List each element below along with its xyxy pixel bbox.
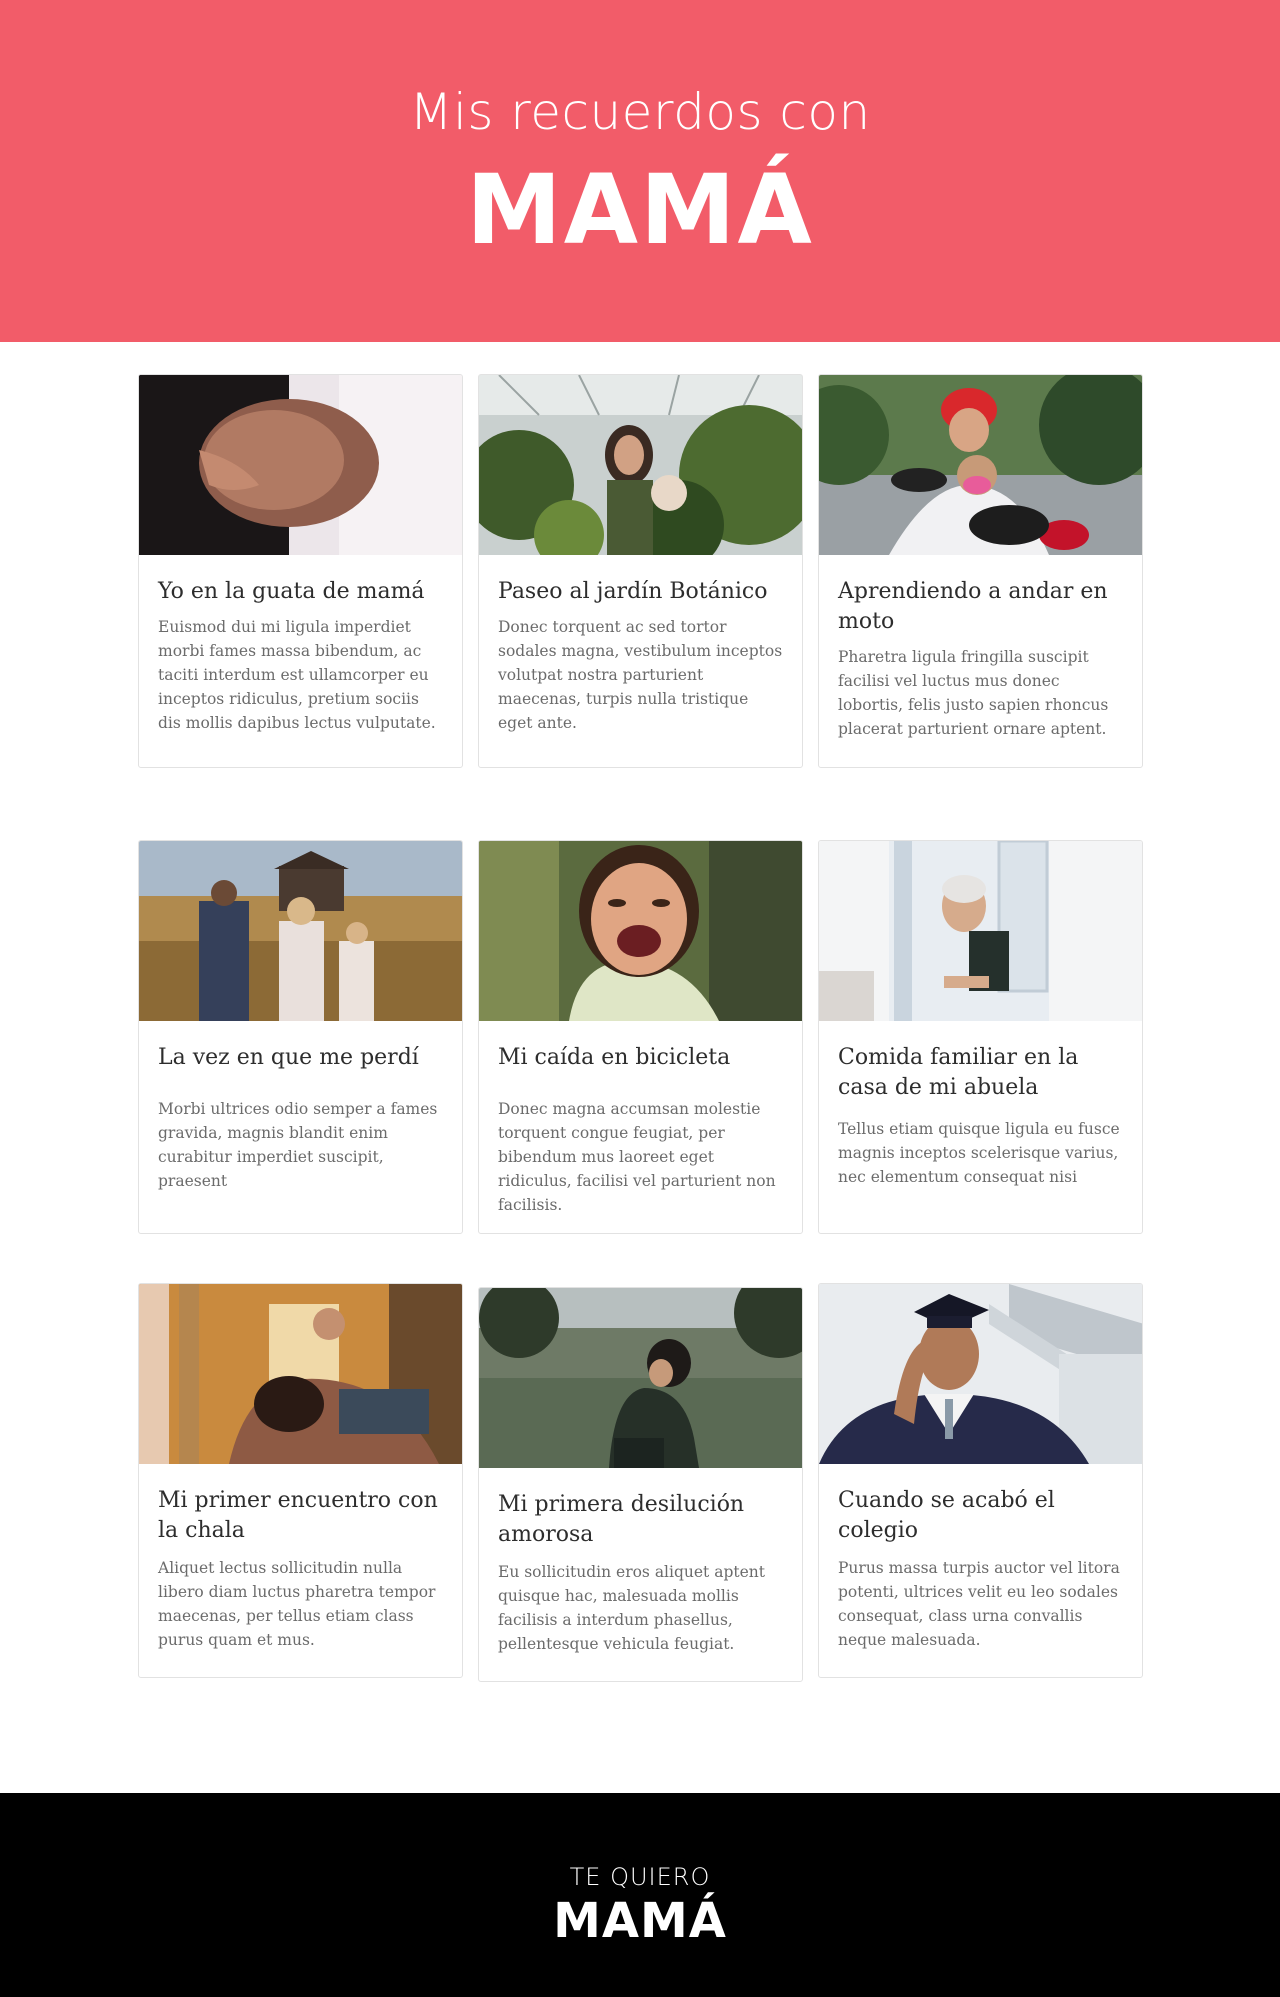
card-description: Euismod dui mi ligula imperdiet morbi fa…	[158, 618, 436, 732]
card-description: Eu sollicitudin eros aliquet aptent quis…	[498, 1563, 765, 1653]
card-description: Purus massa turpis auctor vel litora pot…	[838, 1559, 1120, 1649]
card-title: Paseo al jardín Botánico	[498, 579, 768, 604]
card-title: La vez en que me perdí	[158, 1045, 419, 1070]
hero-title: MAMÁ	[466, 154, 814, 266]
hero-banner: Mis recuerdos con MAMÁ	[0, 0, 1280, 342]
card-photo	[479, 841, 802, 1021]
card-description: Donec magna accumsan molestie torquent c…	[498, 1100, 776, 1214]
card-photo	[139, 375, 462, 555]
memory-card[interactable]: Cuando se acabó el colegio Purus massa t…	[818, 1283, 1143, 1678]
memory-card[interactable]: Yo en la guata de mamá Euismod dui mi li…	[138, 374, 463, 768]
card-title: Comida familiar en la casa de mi abuela	[838, 1045, 1079, 1100]
card-title: Aprendiendo a andar en moto	[838, 579, 1108, 634]
card-photo	[479, 1288, 802, 1468]
memory-card[interactable]: Mi primera desilución amorosa Eu sollici…	[478, 1287, 803, 1682]
memory-card[interactable]: La vez en que me perdí Morbi ultrices od…	[138, 840, 463, 1234]
memory-card[interactable]: Mi primer encuentro con la chala Aliquet…	[138, 1283, 463, 1678]
memory-card[interactable]: Paseo al jardín Botánico Donec torquent …	[478, 374, 803, 768]
card-photo	[819, 1284, 1142, 1464]
card-photo	[139, 1284, 462, 1464]
memory-card[interactable]: Aprendiendo a andar en moto Pharetra lig…	[818, 374, 1143, 768]
hero-subtitle: Mis recuerdos con	[409, 83, 871, 141]
card-description: Pharetra ligula fringilla suscipit facil…	[838, 648, 1109, 738]
footer-title: MAMÁ	[553, 1893, 727, 1949]
card-photo	[819, 841, 1142, 1021]
card-description: Tellus etiam quisque ligula eu fusce mag…	[838, 1120, 1120, 1186]
card-description: Aliquet lectus sollicitudin nulla libero…	[158, 1559, 436, 1649]
card-photo	[819, 375, 1142, 555]
card-title: Cuando se acabó el colegio	[838, 1488, 1055, 1543]
card-title: Yo en la guata de mamá	[158, 579, 425, 604]
memory-card[interactable]: Mi caída en bicicleta Donec magna accums…	[478, 840, 803, 1234]
card-description: Donec torquent ac sed tortor sodales mag…	[498, 618, 783, 732]
card-title: Mi caída en bicicleta	[498, 1045, 731, 1070]
card-title: Mi primera desilución amorosa	[498, 1492, 745, 1547]
footer-subtitle: TE QUIERO	[569, 1863, 711, 1891]
card-photo	[479, 375, 802, 555]
card-title: Mi primer encuentro con la chala	[158, 1488, 438, 1543]
card-photo	[139, 841, 462, 1021]
memory-card[interactable]: Comida familiar en la casa de mi abuela …	[818, 840, 1143, 1234]
page-footer: TE QUIERO MAMÁ	[0, 1793, 1280, 1997]
card-description: Morbi ultrices odio semper a fames gravi…	[158, 1100, 438, 1190]
